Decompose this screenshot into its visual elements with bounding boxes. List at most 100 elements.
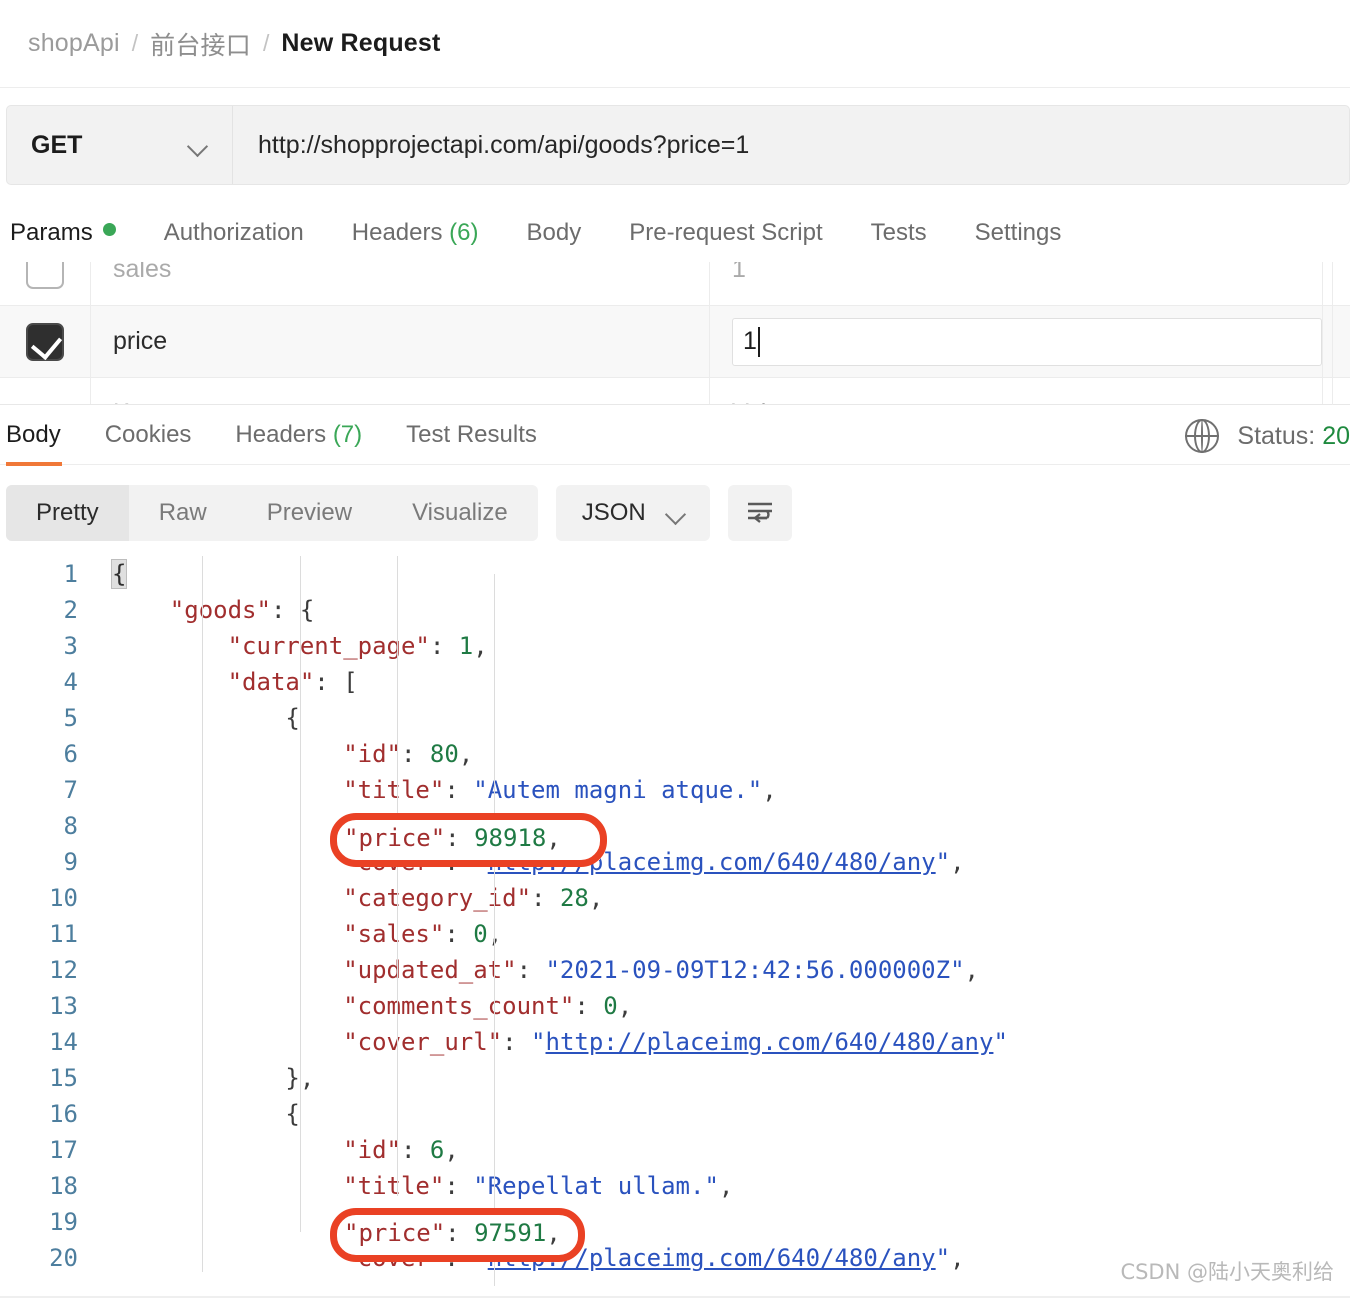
view-mode-preview[interactable]: Preview: [237, 485, 382, 541]
json-punctuation: [112, 776, 343, 804]
json-punctuation: {: [112, 704, 300, 732]
globe-meridian-icon: [1194, 419, 1211, 453]
json-punctuation: [112, 1136, 343, 1164]
code-line: "updated_at": "2021-09-09T12:42:56.00000…: [92, 952, 1350, 988]
http-method-label: GET: [31, 130, 83, 159]
table-row[interactable]: sales 1: [0, 262, 1350, 306]
json-number: 1: [458, 632, 474, 660]
tab-authorization[interactable]: Authorization: [164, 205, 304, 247]
json-punctuation: :: [531, 884, 560, 912]
table-row[interactable]: Key Value: [0, 378, 1350, 404]
code-line: {: [92, 700, 1350, 736]
response-body-code-viewer[interactable]: 1 2 3 4 5 6 7 8 9 10 11 12 13 14 15 16 17 18 19 20 { "goods…: [0, 556, 1350, 1286]
line-number-gutter: 1 2 3 4 5 6 7 8 9 10 11 12 13 14 15 16 17 18 19 20: [0, 556, 92, 1286]
line-number: 20: [49, 1244, 78, 1272]
param-description-cell[interactable]: [1323, 262, 1350, 305]
tab-settings[interactable]: Settings: [975, 205, 1062, 247]
checkbox-checked-icon[interactable]: [26, 322, 64, 361]
code-line: "category_id": 28,: [92, 880, 1350, 916]
json-key: "cover_url": [343, 1028, 503, 1056]
json-punctuation: ,: [950, 1244, 965, 1272]
line-number: 14: [49, 1028, 78, 1056]
tab-pre-request-script[interactable]: Pre-request Script: [629, 205, 822, 247]
wrap-lines-icon: [747, 502, 772, 523]
json-key: "updated_at": [343, 956, 517, 984]
breadcrumb-item-collection[interactable]: shopApi: [28, 29, 120, 58]
json-punctuation: [112, 884, 343, 912]
table-row[interactable]: price 1: [0, 306, 1350, 378]
tab-response-cookies[interactable]: Cookies: [105, 405, 192, 449]
code-line: "sales": 0,: [92, 916, 1350, 952]
code-line: "goods": {: [92, 592, 1350, 628]
code-line: "id": 80,: [92, 736, 1350, 772]
response-view-mode-group: Pretty Raw Preview Visualize: [6, 485, 538, 541]
row-enable-checkbox-cell[interactable]: [0, 378, 91, 404]
tab-body[interactable]: Body: [527, 205, 582, 247]
json-punctuation: :: [429, 632, 459, 660]
code-line: "title": "Repellat ullam.",: [92, 1168, 1350, 1204]
param-value-text: 1: [732, 262, 746, 283]
tab-test-results[interactable]: Test Results: [406, 405, 537, 449]
json-punctuation: ,: [762, 776, 777, 804]
code-line: {: [92, 1096, 1350, 1132]
json-punctuation: [112, 596, 170, 624]
tab-headers[interactable]: Headers (6): [352, 205, 479, 247]
view-mode-pretty[interactable]: Pretty: [6, 485, 129, 541]
request-tabs: Params Authorization Headers (6) Body Pr…: [0, 205, 1350, 267]
view-mode-visualize[interactable]: Visualize: [382, 485, 538, 541]
code-line: "cover": "http://placeimg.com/640/480/an…: [92, 844, 1350, 880]
json-punctuation: [112, 992, 343, 1020]
response-format-select[interactable]: JSON: [555, 485, 710, 541]
json-punctuation: :: [444, 1208, 474, 1236]
param-value-cell[interactable]: Value: [710, 378, 1323, 404]
breadcrumb-item-folder[interactable]: 前台接口: [150, 26, 251, 62]
param-value-input[interactable]: 1: [732, 317, 1322, 366]
table-right-divider: [1332, 262, 1333, 405]
tab-response-headers[interactable]: Headers (7): [235, 405, 362, 449]
param-value-cell[interactable]: 1: [710, 262, 1323, 305]
json-string: ": [531, 1028, 546, 1056]
param-description-cell[interactable]: [1323, 378, 1350, 404]
json-url-link[interactable]: http://placeimg.com/640/480/any: [488, 1244, 936, 1272]
indent-guide: [494, 574, 495, 1286]
view-mode-raw[interactable]: Raw: [129, 485, 237, 541]
params-table: sales 1 price 1 Key Value: [0, 262, 1350, 405]
checkbox-unchecked-icon[interactable]: [26, 262, 64, 289]
json-punctuation: [112, 1208, 343, 1236]
http-method-select[interactable]: GET: [7, 106, 233, 184]
json-punctuation: [112, 668, 228, 696]
tab-response-body[interactable]: Body: [6, 405, 61, 449]
line-number: 4: [63, 668, 78, 696]
url-input[interactable]: http://shopprojectapi.com/api/goods?pric…: [233, 106, 1349, 184]
breadcrumb: shopApi / 前台接口 / New Request: [0, 0, 1350, 88]
param-value-cell[interactable]: 1: [710, 306, 1323, 377]
json-punctuation: :: [444, 920, 474, 948]
param-key-text: price: [113, 327, 168, 355]
code-line: "comments_count": 0,: [92, 988, 1350, 1024]
wrap-lines-button[interactable]: [727, 485, 792, 541]
row-enable-checkbox-cell[interactable]: [0, 306, 91, 377]
tab-headers-label: Headers: [351, 219, 443, 246]
param-key-cell[interactable]: Key: [91, 378, 710, 404]
param-key-cell[interactable]: price: [91, 306, 710, 377]
json-key: "sales": [343, 920, 445, 948]
param-description-cell[interactable]: [1323, 306, 1350, 377]
json-punctuation: : {: [270, 596, 315, 624]
json-punctuation: :: [444, 812, 474, 840]
json-punctuation: : [: [314, 668, 358, 696]
row-enable-checkbox-cell[interactable]: [0, 262, 91, 305]
tab-params[interactable]: Params: [10, 205, 116, 247]
json-string: "Autem magni atque.": [473, 776, 763, 804]
code-line: "data": [: [92, 664, 1350, 700]
tab-headers-count: (6): [449, 219, 479, 246]
json-key: "title": [343, 1172, 445, 1200]
json-punctuation: [112, 812, 343, 840]
code-lines[interactable]: { "goods": { "current_page": 1, "data": …: [92, 556, 1350, 1286]
json-url-link[interactable]: http://placeimg.com/640/480/any: [546, 1028, 994, 1056]
param-key-cell[interactable]: sales: [91, 262, 710, 305]
json-punctuation: :: [444, 848, 474, 876]
indent-guide: [300, 556, 301, 1232]
json-url-link[interactable]: http://placeimg.com/640/480/any: [488, 848, 936, 876]
tab-tests[interactable]: Tests: [871, 205, 927, 247]
status-code: 20: [1322, 421, 1350, 450]
